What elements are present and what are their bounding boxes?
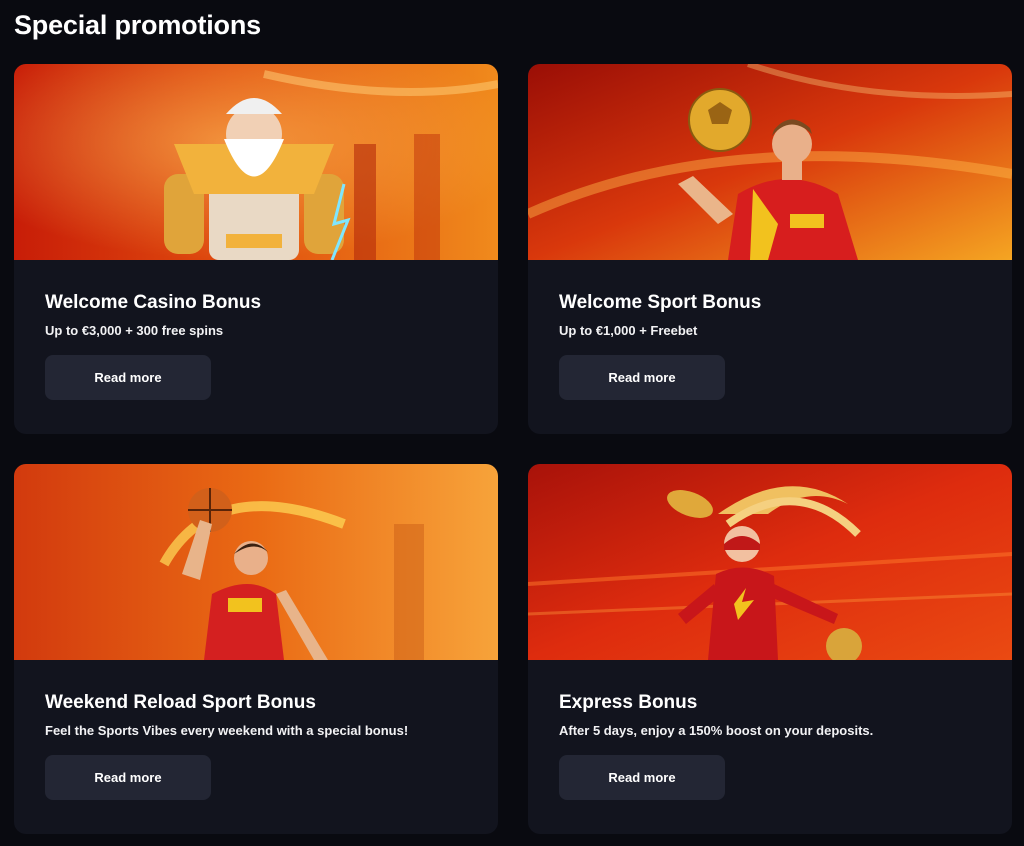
- page-title: Special promotions: [14, 10, 261, 40]
- promo-banner-football: [528, 64, 1012, 260]
- promo-banner-zeus: [14, 64, 498, 260]
- promo-card-sport: Welcome Sport Bonus Up to €1,000 + Freeb…: [528, 64, 1012, 434]
- read-more-button[interactable]: Read more: [559, 355, 725, 400]
- promo-card-express: Express Bonus After 5 days, enjoy a 150%…: [528, 464, 1012, 834]
- promo-banner-basketball: [14, 464, 498, 660]
- read-more-button[interactable]: Read more: [45, 755, 211, 800]
- promo-card-casino: Welcome Casino Bonus Up to €3,000 + 300 …: [14, 64, 498, 434]
- promo-subtitle: Up to €3,000 + 300 free spins: [45, 323, 224, 338]
- promo-title: Welcome Casino Bonus: [45, 292, 262, 313]
- promo-title: Weekend Reload Sport Bonus: [45, 692, 316, 713]
- promo-title: Express Bonus: [559, 692, 698, 713]
- promo-title: Welcome Sport Bonus: [559, 292, 762, 313]
- promo-banner-speedster: [528, 464, 1012, 660]
- promo-subtitle: Up to €1,000 + Freebet: [559, 323, 698, 338]
- promo-subtitle: Feel the Sports Vibes every weekend with…: [45, 723, 409, 738]
- read-more-button[interactable]: Read more: [559, 755, 725, 800]
- football-ball: [688, 88, 752, 152]
- read-more-button[interactable]: Read more: [45, 355, 211, 400]
- promo-card-weekend: Weekend Reload Sport Bonus Feel the Spor…: [14, 464, 498, 834]
- promo-subtitle: After 5 days, enjoy a 150% boost on your…: [559, 723, 874, 738]
